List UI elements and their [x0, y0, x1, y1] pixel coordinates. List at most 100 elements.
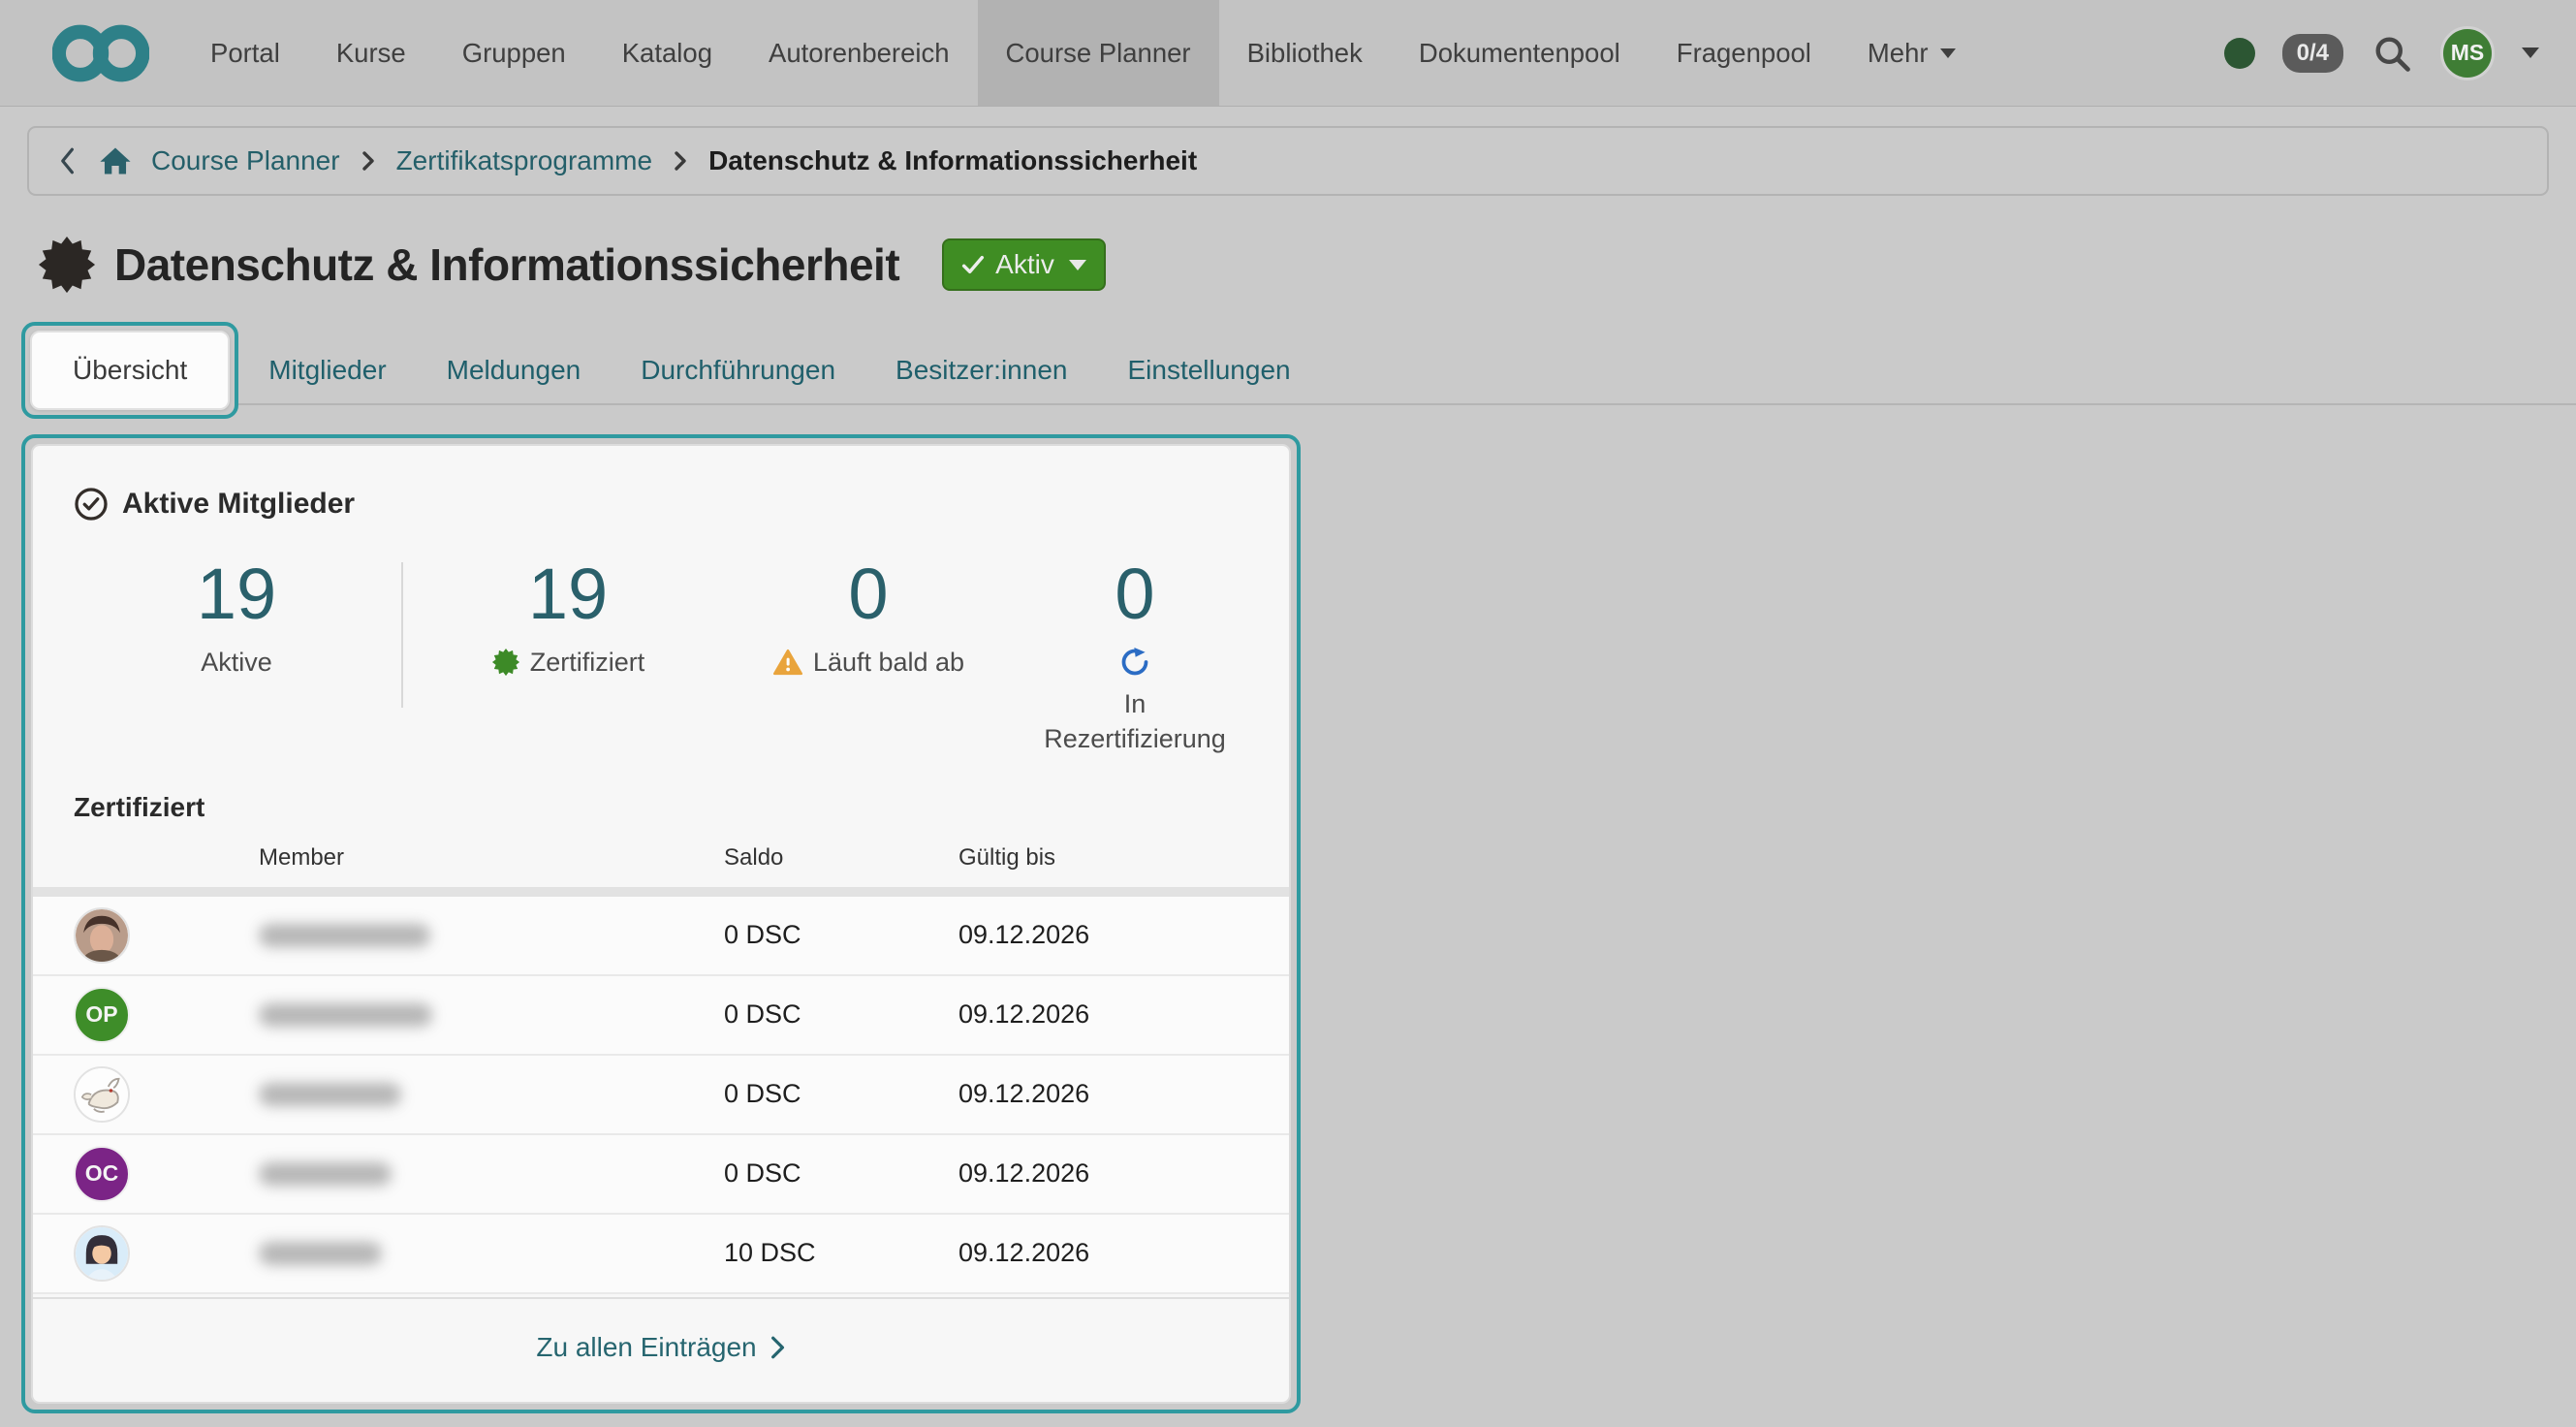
photo-avatar-woman — [76, 907, 128, 964]
nav-item-portal[interactable]: Portal — [182, 0, 308, 106]
table-row[interactable]: 0 DSC 09.12.2026 — [33, 897, 1289, 976]
search-button[interactable] — [2371, 32, 2413, 75]
status-label: Aktiv — [995, 249, 1054, 280]
breadcrumb-separator-chevron-icon — [671, 149, 690, 173]
certificate-seal-icon — [37, 235, 97, 295]
refresh-icon — [1120, 648, 1149, 677]
seal-icon — [491, 648, 520, 677]
avatar — [74, 1066, 130, 1123]
infinity-logo-icon — [52, 23, 149, 83]
stat-laeuft-bald-ab: 0 Läuft bald ab — [733, 556, 1004, 678]
avatar-initials: OC — [74, 1146, 130, 1202]
stat-zertifiziert-value: 19 — [403, 556, 733, 632]
status-dropdown-button[interactable]: Aktiv — [942, 238, 1106, 291]
nav-item-autorenbereich[interactable]: Autorenbereich — [740, 0, 978, 106]
valid-until-value: 09.12.2026 — [958, 1238, 1289, 1268]
avatar — [74, 907, 130, 964]
stat-laeuft-bald-ab-label: Läuft bald ab — [813, 648, 964, 678]
user-avatar[interactable]: MS — [2440, 26, 2495, 80]
member-name-redacted — [259, 1003, 432, 1027]
stat-in-rezertifizierung-label: In Rezertifizierung — [1033, 686, 1237, 757]
check-icon — [961, 254, 985, 275]
stat-zertifiziert: 19 Zertifiziert — [403, 556, 733, 678]
saldo-value: 0 DSC — [724, 999, 958, 1030]
nav-item-course-planner[interactable]: Course Planner — [978, 0, 1219, 106]
nav-item-kurse[interactable]: Kurse — [308, 0, 434, 106]
breadcrumb-separator-chevron-icon — [359, 149, 378, 173]
chevron-down-icon — [1069, 260, 1086, 270]
member-name-redacted — [259, 1242, 382, 1265]
home-button[interactable] — [98, 144, 133, 177]
valid-until-value: 09.12.2026 — [958, 1158, 1289, 1189]
table-row[interactable]: OP 0 DSC 09.12.2026 — [33, 976, 1289, 1056]
chevron-down-icon — [1940, 48, 1956, 58]
back-button[interactable] — [54, 146, 79, 175]
page-title: Datenschutz & Informationssicherheit — [114, 238, 899, 291]
nav-item-mehr[interactable]: Mehr — [1839, 0, 1984, 106]
stat-in-rezertifizierung: 0 In Rezertifizierung — [1004, 556, 1266, 757]
column-header-saldo: Saldo — [724, 844, 958, 872]
saldo-value: 0 DSC — [724, 1079, 958, 1109]
member-name-redacted — [259, 924, 430, 947]
table-header: Member Saldo Gültig bis — [33, 844, 1289, 887]
all-entries-link[interactable]: Zu allen Einträgen — [536, 1332, 785, 1363]
check-circle-icon — [74, 487, 109, 522]
stat-aktive-label: Aktive — [72, 648, 401, 678]
card-heading-row: Aktive Mitglieder — [33, 446, 1289, 522]
saldo-value: 0 DSC — [724, 920, 958, 950]
tab-uebersicht-label: Übersicht — [30, 331, 230, 410]
search-icon — [2371, 32, 2413, 75]
top-navbar: Portal Kurse Gruppen Katalog Autorenbere… — [0, 0, 2576, 107]
chevron-right-icon — [769, 1335, 786, 1360]
card-footer: Zu allen Einträgen — [33, 1297, 1289, 1402]
table-header-divider — [33, 887, 1289, 897]
tab-einstellungen[interactable]: Einstellungen — [1097, 355, 1320, 386]
tab-besitzerinnen[interactable]: Besitzer:innen — [865, 355, 1097, 386]
notification-counter-badge[interactable]: 0/4 — [2282, 34, 2343, 73]
active-members-card: Aktive Mitglieder 19 Aktive 19 Zertifizi… — [31, 444, 1291, 1404]
breadcrumb-link-zertifikatsprogramme[interactable]: Zertifikatsprogramme — [396, 145, 653, 176]
tab-uebersicht[interactable]: Übersicht — [21, 322, 238, 419]
table-row[interactable]: 10 DSC 09.12.2026 — [33, 1215, 1289, 1294]
stat-in-rezertifizierung-value: 0 — [1004, 556, 1266, 632]
nav-item-fragenpool[interactable]: Fragenpool — [1649, 0, 1839, 106]
breadcrumb-current: Datenschutz & Informationssicherheit — [708, 145, 1197, 176]
stat-zertifiziert-label: Zertifiziert — [530, 648, 645, 678]
member-name-redacted — [259, 1162, 392, 1186]
avatar-initials: OP — [74, 987, 130, 1043]
user-menu-chevron-down-icon[interactable] — [2522, 48, 2539, 58]
table-row[interactable]: OC 0 DSC 09.12.2026 — [33, 1135, 1289, 1215]
page-title-row: Datenschutz & Informationssicherheit Akt… — [37, 235, 2576, 295]
app-logo[interactable] — [52, 0, 149, 106]
nav-item-bibliothek[interactable]: Bibliothek — [1219, 0, 1391, 106]
cartoon-goat-avatar — [76, 1066, 128, 1123]
valid-until-value: 09.12.2026 — [958, 1079, 1289, 1109]
tab-bar-divider — [238, 403, 2576, 405]
valid-until-value: 09.12.2026 — [958, 920, 1289, 950]
table-row[interactable]: 0 DSC 09.12.2026 — [33, 1056, 1289, 1135]
chevron-left-icon — [54, 146, 79, 175]
card-heading: Aktive Mitglieder — [122, 488, 355, 521]
certified-section-title: Zertifiziert — [74, 792, 1289, 823]
saldo-value: 0 DSC — [724, 1158, 958, 1189]
overview-card-focus-outline: Aktive Mitglieder 19 Aktive 19 Zertifizi… — [21, 434, 1301, 1413]
stat-laeuft-bald-ab-value: 0 — [733, 556, 1004, 632]
stat-aktive-value: 19 — [72, 556, 401, 632]
stat-aktive: 19 Aktive — [72, 556, 401, 678]
nav-item-dokumentenpool[interactable]: Dokumentenpool — [1391, 0, 1649, 106]
nav-item-gruppen[interactable]: Gruppen — [434, 0, 594, 106]
nav-item-mehr-label: Mehr — [1868, 38, 1929, 69]
tab-meldungen[interactable]: Meldungen — [417, 355, 612, 386]
column-header-gueltig-bis: Gültig bis — [958, 844, 1289, 872]
tab-mitglieder[interactable]: Mitglieder — [238, 355, 416, 386]
home-icon — [98, 144, 133, 177]
nav-item-katalog[interactable]: Katalog — [594, 0, 740, 106]
cartoon-girl-avatar — [76, 1225, 128, 1282]
all-entries-link-label: Zu allen Einträgen — [536, 1332, 756, 1363]
avatar — [74, 1225, 130, 1282]
tab-bar: Übersicht Mitglieder Meldungen Durchführ… — [0, 320, 2576, 421]
warning-icon — [772, 648, 803, 677]
tab-durchfuehrungen[interactable]: Durchführungen — [611, 355, 865, 386]
breadcrumb: Course Planner Zertifikatsprogramme Date… — [27, 126, 2549, 196]
breadcrumb-link-course-planner[interactable]: Course Planner — [151, 145, 340, 176]
